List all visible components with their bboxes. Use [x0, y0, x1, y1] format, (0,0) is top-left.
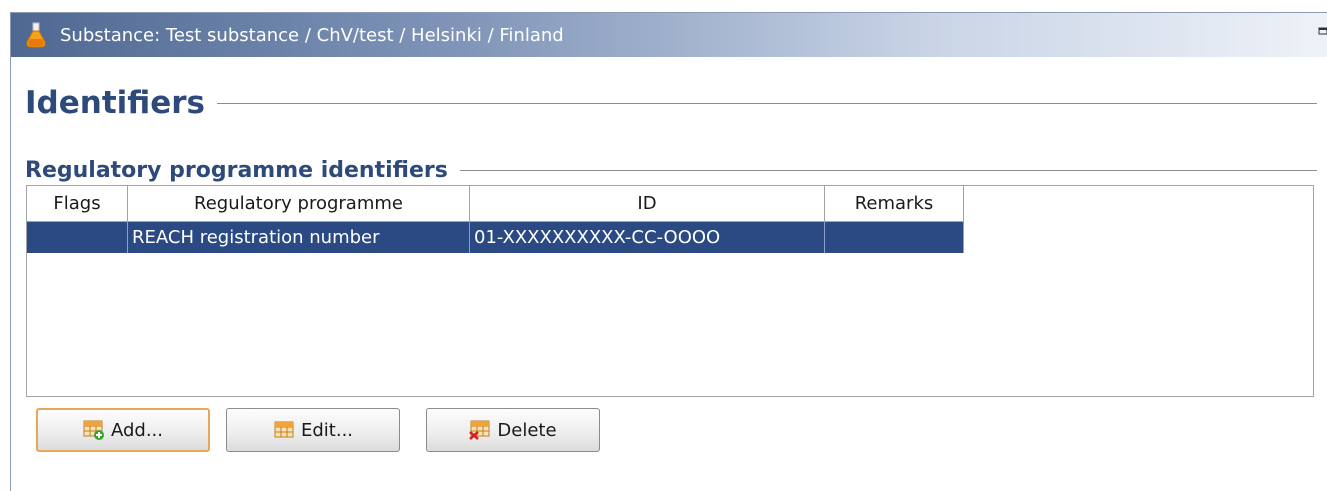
heading-divider: [217, 102, 1317, 104]
table-header: Flags Regulatory programme ID Remarks: [27, 186, 964, 222]
cell-remarks[interactable]: [825, 222, 964, 253]
cell-programme[interactable]: REACH registration number: [128, 222, 470, 253]
delete-button[interactable]: Delete: [426, 408, 600, 452]
column-header-flags[interactable]: Flags: [27, 186, 128, 222]
identifiers-heading: Identifiers: [25, 85, 1317, 121]
column-header-programme[interactable]: Regulatory programme: [128, 186, 470, 222]
flask-icon: [26, 22, 46, 48]
cell-id[interactable]: 01-XXXXXXXXXX-CC-OOOO: [470, 222, 825, 253]
section-title: Regulatory programme identifiers: [25, 158, 448, 183]
cell-flags[interactable]: [27, 222, 128, 253]
edit-button[interactable]: Edit...: [226, 408, 400, 452]
table-delete-icon: [469, 420, 490, 440]
regulatory-section-heading: Regulatory programme identifiers: [25, 158, 1317, 183]
add-button[interactable]: Add...: [36, 408, 210, 452]
page-title: Identifiers: [25, 85, 206, 121]
column-header-remarks[interactable]: Remarks: [825, 186, 964, 222]
identifiers-table[interactable]: Flags Regulatory programme ID Remarks RE…: [26, 185, 1314, 397]
edit-button-label: Edit...: [300, 419, 354, 441]
table-add-icon: [83, 420, 104, 440]
column-header-id[interactable]: ID: [470, 186, 825, 222]
window-titlebar[interactable]: Substance: Test substance / ChV/test / H…: [11, 13, 1327, 57]
window-title: Substance: Test substance / ChV/test / H…: [60, 25, 564, 46]
table-edit-icon: [274, 421, 294, 438]
section-divider: [459, 170, 1317, 171]
delete-button-label: Delete: [497, 419, 557, 441]
restore-icon[interactable]: [1318, 26, 1327, 36]
add-button-label: Add...: [110, 419, 163, 441]
table-row[interactable]: REACH registration number 01-XXXXXXXXXX-…: [27, 222, 964, 253]
